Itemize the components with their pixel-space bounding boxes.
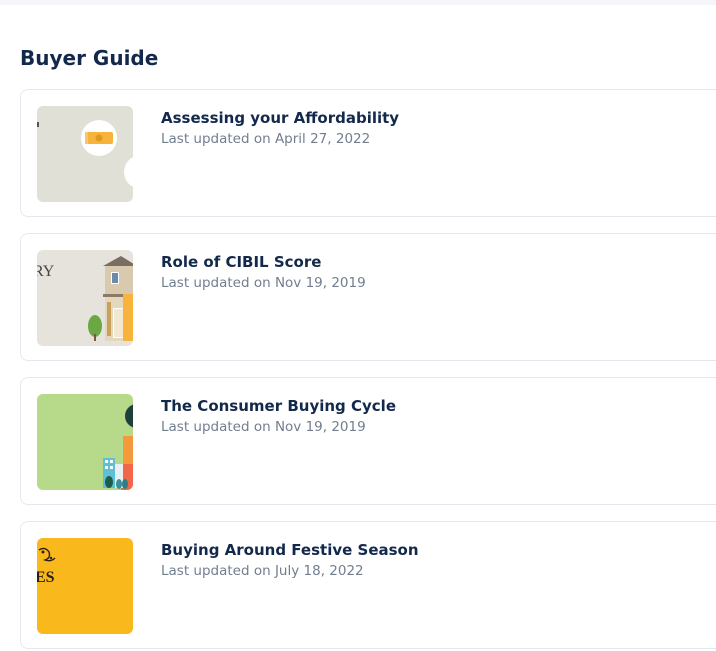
thumbnail-text: ES [37, 569, 55, 586]
article-updated-date: Last updated on July 18, 2022 [161, 563, 364, 579]
article-title[interactable]: The Consumer Buying Cycle [161, 396, 396, 416]
article-title[interactable]: Assessing your Affordability [161, 108, 399, 128]
top-divider-strip [0, 0, 716, 5]
money-coin-icon [37, 106, 133, 202]
section-title: Buyer Guide [20, 46, 159, 70]
thumbnail-text: RY [37, 263, 55, 280]
article-card-festive-season[interactable]: ES Buying Around Festive Season Last upd… [20, 521, 716, 649]
article-updated-date: Last updated on Nov 19, 2019 [161, 275, 366, 291]
article-updated-date: Last updated on Nov 19, 2019 [161, 419, 366, 435]
article-card-consumer-buying-cycle[interactable]: The Consumer Buying Cycle Last updated o… [20, 377, 716, 505]
festive-lantern-icon: ES [37, 538, 133, 634]
article-card-affordability[interactable]: Assessing your Affordability Last update… [20, 89, 716, 217]
house-icon: RY [37, 250, 133, 346]
article-updated-date: Last updated on April 27, 2022 [161, 131, 371, 147]
article-title[interactable]: Role of CIBIL Score [161, 252, 321, 272]
article-card-cibil-score[interactable]: RY Role of CIBIL Score Last updated on N… [20, 233, 716, 361]
city-buildings-icon [37, 394, 133, 490]
article-title[interactable]: Buying Around Festive Season [161, 540, 419, 560]
